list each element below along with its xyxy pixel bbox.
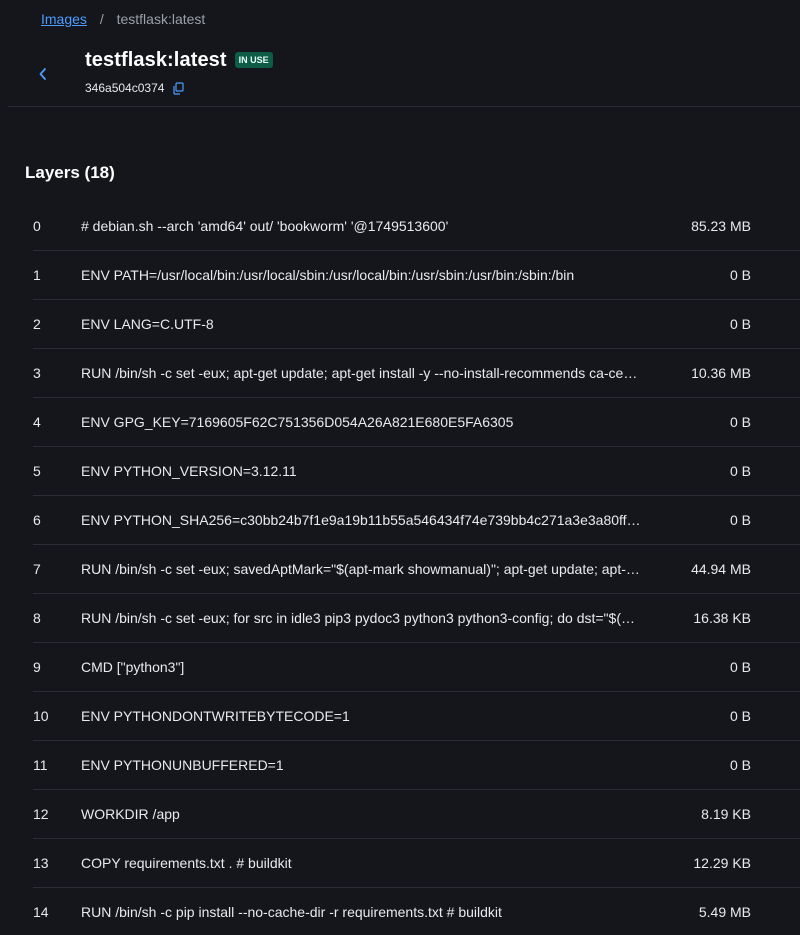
layer-index: 5 (33, 463, 41, 479)
layer-row[interactable]: 0 # debian.sh --arch 'amd64' out/ 'bookw… (33, 202, 800, 251)
layers-title: Layers (18) (25, 163, 115, 182)
layer-size: 8.19 KB (701, 806, 751, 822)
layer-row[interactable]: 9 CMD ["python3"] 0 B (33, 643, 800, 692)
chevron-left-icon (39, 68, 46, 80)
layer-command: RUN /bin/sh -c set -eux; for src in idle… (81, 610, 635, 626)
layers-list: 0 # debian.sh --arch 'amd64' out/ 'bookw… (33, 202, 800, 935)
layer-size: 10.36 MB (691, 365, 751, 381)
layer-command: RUN /bin/sh -c set -eux; savedAptMark="$… (81, 561, 640, 577)
layer-row[interactable]: 7 RUN /bin/sh -c set -eux; savedAptMark=… (33, 545, 800, 594)
layer-index: 10 (33, 708, 49, 724)
layer-index: 14 (33, 904, 49, 920)
page-title: testflask:latest (85, 48, 227, 71)
image-id: 346a504c0374 (85, 81, 165, 95)
layer-row[interactable]: 11 ENV PYTHONUNBUFFERED=1 0 B (33, 741, 800, 790)
layer-row[interactable]: 5 ENV PYTHON_VERSION=3.12.11 0 B (33, 447, 800, 496)
layer-size: 16.38 KB (693, 610, 751, 626)
layer-command: COPY requirements.txt . # buildkit (81, 855, 292, 871)
layer-size: 0 B (729, 316, 751, 332)
breadcrumb-current: testflask:latest (116, 11, 206, 27)
back-button[interactable] (33, 63, 53, 85)
layer-size: 0 B (729, 708, 751, 724)
title-row: testflask:latest IN USE (85, 47, 273, 73)
header-divider (8, 106, 800, 107)
status-badge: IN USE (234, 52, 273, 68)
layer-index: 2 (33, 316, 41, 332)
layer-row[interactable]: 12 WORKDIR /app 8.19 KB (33, 790, 800, 839)
layer-row[interactable]: 2 ENV LANG=C.UTF-8 0 B (33, 300, 800, 349)
layer-command: ENV GPG_KEY=7169605F62C751356D054A26A821… (81, 414, 514, 430)
layer-row[interactable]: 1 ENV PATH=/usr/local/bin:/usr/local/sbi… (33, 251, 800, 300)
breadcrumb-images-link[interactable]: Images (41, 11, 87, 27)
image-details-page: Images / testflask:latest testflask:late… (0, 0, 800, 935)
layer-index: 11 (33, 757, 48, 773)
image-id-row: 346a504c0374 (85, 80, 186, 96)
layer-command: RUN /bin/sh -c set -eux; apt-get update;… (81, 365, 638, 381)
layer-index: 1 (33, 267, 41, 283)
layer-index: 7 (33, 561, 41, 577)
layer-index: 0 (33, 218, 41, 234)
layer-index: 6 (33, 512, 41, 528)
breadcrumb: Images / testflask:latest (41, 10, 205, 28)
layer-size: 0 B (729, 659, 751, 675)
layer-row[interactable]: 10 ENV PYTHONDONTWRITEBYTECODE=1 0 B (33, 692, 800, 741)
layer-row[interactable]: 14 RUN /bin/sh -c pip install --no-cache… (33, 888, 800, 935)
layer-index: 13 (33, 855, 49, 871)
layer-size: 44.94 MB (691, 561, 751, 577)
layer-command: ENV PYTHONUNBUFFERED=1 (81, 757, 284, 773)
layer-index: 3 (33, 365, 41, 381)
layer-size: 0 B (729, 757, 751, 773)
layer-command: ENV PYTHON_SHA256=c30bb24b7f1e9a19b11b55… (81, 512, 641, 528)
layer-index: 4 (33, 414, 41, 430)
layer-command: # debian.sh --arch 'amd64' out/ 'bookwor… (81, 218, 449, 234)
layer-row[interactable]: 6 ENV PYTHON_SHA256=c30bb24b7f1e9a19b11b… (33, 496, 800, 545)
layer-row[interactable]: 8 RUN /bin/sh -c set -eux; for src in id… (33, 594, 800, 643)
layer-command: ENV PYTHONDONTWRITEBYTECODE=1 (81, 708, 350, 724)
layer-command: ENV LANG=C.UTF-8 (81, 316, 214, 332)
layer-command: ENV PYTHON_VERSION=3.12.11 (81, 463, 297, 479)
layer-size: 0 B (729, 512, 751, 528)
layer-size: 85.23 MB (691, 218, 751, 234)
layer-command: WORKDIR /app (81, 806, 180, 822)
breadcrumb-separator: / (99, 11, 104, 27)
copy-id-button[interactable] (172, 81, 186, 95)
copy-icon (173, 81, 185, 95)
layer-row[interactable]: 3 RUN /bin/sh -c set -eux; apt-get updat… (33, 349, 800, 398)
layer-row[interactable]: 13 COPY requirements.txt . # buildkit 12… (33, 839, 800, 888)
layer-command: CMD ["python3"] (81, 659, 185, 675)
layer-index: 8 (33, 610, 41, 626)
layer-size: 0 B (729, 463, 751, 479)
layer-size: 5.49 MB (698, 904, 751, 920)
layer-size: 0 B (729, 414, 751, 430)
layer-index: 12 (33, 806, 49, 822)
layer-row[interactable]: 4 ENV GPG_KEY=7169605F62C751356D054A26A8… (33, 398, 800, 447)
layer-size: 0 B (729, 267, 751, 283)
layer-command: RUN /bin/sh -c pip install --no-cache-di… (81, 904, 502, 920)
layer-command: ENV PATH=/usr/local/bin:/usr/local/sbin:… (81, 267, 575, 283)
layer-size: 12.29 KB (693, 855, 751, 871)
layer-index: 9 (33, 659, 41, 675)
